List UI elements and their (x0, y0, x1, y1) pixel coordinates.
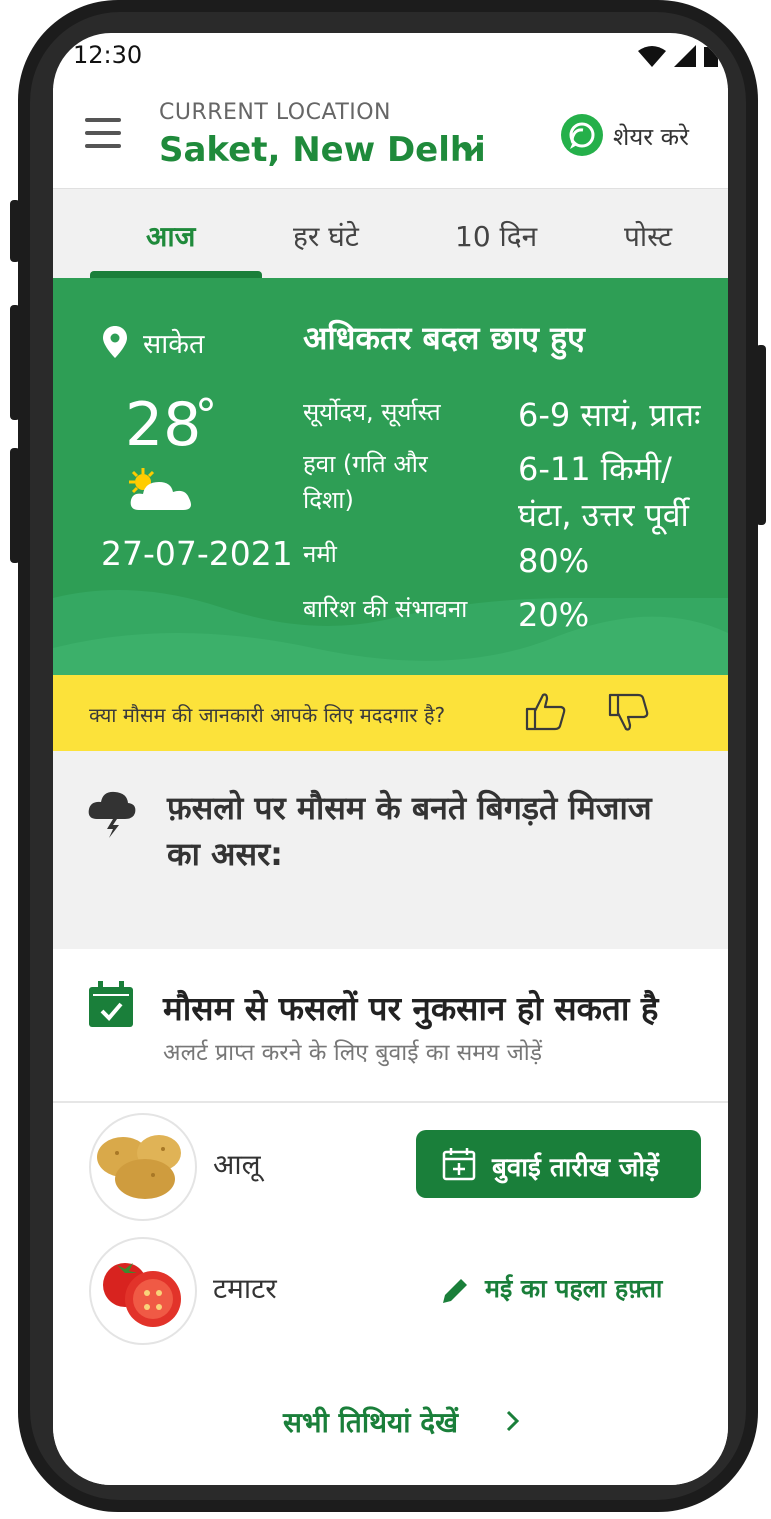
wind-value-line1: 6-11 किमी/ (518, 450, 672, 488)
humidity-value: 80% (518, 542, 590, 580)
degree-symbol: ° (195, 390, 217, 441)
sunrise-sunset-value: 6-9 सायं, प्रातः (518, 396, 701, 434)
sowing-date-value[interactable]: मई का पहला हफ़्ता (485, 1271, 662, 1305)
add-sowing-date-button[interactable]: बुवाई तारीख जोड़ें (416, 1130, 701, 1198)
partly-cloudy-icon (125, 466, 199, 520)
weather-date: 27-07-2021 (101, 534, 293, 573)
feedback-bar: क्या मौसम की जानकारी आपके लिए मददगार है? (53, 675, 728, 751)
chevron-right-icon (505, 1409, 521, 1437)
location-pin-icon (103, 326, 127, 362)
crop-alert-subtitle: अलर्ट प्राप्त करने के लिए बुवाई का समय ज… (163, 1040, 543, 1066)
whatsapp-icon (561, 114, 603, 156)
crop-row-tomato: टमाटर मई का पहला हफ़्ता (53, 1227, 728, 1353)
crop-impact-title-line1: फ़सलो पर मौसम के बनते बिगड़ते मिजाज (167, 789, 652, 827)
wifi-icon (638, 46, 666, 67)
wind-value-line2: घंटा, उत्तर पूर्वी (518, 496, 689, 534)
crop-impact-section: फ़सलो पर मौसम के बनते बिगड़ते मिजाज का अ… (53, 751, 728, 949)
location-name[interactable]: Saket, New Delhi (159, 130, 486, 170)
phone-screen: 12:30 CURRENT LOCATION Saket, New Delhi (53, 33, 728, 1485)
thumbs-down-icon[interactable] (608, 693, 650, 737)
crop-name: आलू (213, 1148, 261, 1181)
crop-row-potato: आलू बुवाई तारीख जोड़ें (53, 1103, 728, 1229)
tab-bar: आज हर घंटे 10 दिन पोस्ट (53, 188, 728, 279)
rain-chance-value: 20% (518, 596, 590, 634)
calendar-check-icon (89, 981, 133, 1031)
tab-hourly[interactable]: हर घंटे (293, 217, 359, 255)
sunrise-sunset-label: सूर्योदय, सूर्यास्त (303, 398, 441, 426)
volume-button (10, 200, 20, 262)
crop-alert-card: मौसम से फसलों पर नुकसान हो सकता है अलर्ट… (53, 949, 728, 1103)
crop-impact-title: फ़सलो पर मौसम के बनते बिगड़ते मिजाज का अ… (167, 785, 707, 877)
app-header: CURRENT LOCATION Saket, New Delhi शेयर क… (53, 88, 728, 188)
tomato-image (89, 1237, 197, 1345)
chevron-down-icon[interactable] (458, 140, 484, 164)
view-all-dates-label: सभी तिथियां देखें (283, 1406, 458, 1439)
add-sowing-date-label: बुवाई तारीख जोड़ें (492, 1153, 660, 1183)
tab-today[interactable]: आज (146, 217, 195, 255)
humidity-label: नमी (303, 540, 337, 568)
thumbs-up-icon[interactable] (525, 691, 567, 735)
calendar-add-icon (442, 1147, 476, 1185)
crop-name: टमाटर (213, 1272, 277, 1305)
potato-image (89, 1113, 197, 1221)
view-all-dates-link[interactable]: सभी तिथियां देखें (53, 1351, 728, 1485)
power-button (756, 345, 766, 525)
pencil-icon[interactable] (441, 1275, 471, 1309)
weather-card: साकेत 28 ° 27-07-2021 अधिकतर बदल छाए हुए… (53, 278, 728, 675)
tab-10-days[interactable]: 10 दिन (455, 217, 537, 255)
temperature: 28 (125, 390, 202, 460)
tab-posts[interactable]: पोस्ट (624, 217, 672, 255)
weather-place: साकेत (143, 329, 205, 360)
volume-button (10, 448, 20, 563)
wind-label-line2: दिशा) (303, 486, 354, 514)
crop-impact-title-line2: का असर: (167, 835, 283, 873)
weather-condition: अधिकतर बदल छाए हुए (303, 319, 585, 357)
status-icons (638, 43, 728, 71)
crop-alert-title: मौसम से फसलों पर नुकसान हो सकता है (163, 989, 659, 1028)
hamburger-menu-icon[interactable] (85, 118, 125, 152)
status-time: 12:30 (73, 41, 143, 69)
storm-cloud-icon (87, 789, 137, 843)
share-label: शेयर करे (613, 123, 689, 151)
rain-chance-label: बारिश की संभावना (303, 595, 468, 623)
current-location-label: CURRENT LOCATION (159, 100, 392, 125)
signal-icon (674, 45, 696, 67)
wind-label-line1: हवा (गति और (303, 450, 428, 478)
battery-icon (704, 47, 718, 67)
volume-button (10, 305, 20, 420)
feedback-question: क्या मौसम की जानकारी आपके लिए मददगार है? (89, 703, 446, 727)
share-button[interactable]: शेयर करे (561, 114, 711, 160)
